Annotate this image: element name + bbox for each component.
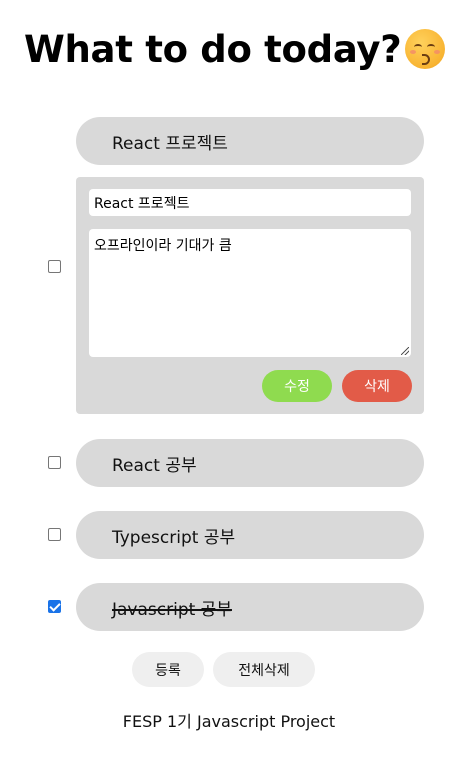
todo-edit-content-textarea[interactable]: 오프라인이라 기대가 큼 [89, 229, 411, 357]
kissing-face-icon [405, 29, 446, 69]
todo-item-title[interactable]: React 프로젝트 [76, 117, 424, 165]
todo-checkbox[interactable] [48, 456, 61, 469]
todo-checkbox[interactable] [48, 260, 61, 273]
todo-item-label: Javascript 공부 [112, 599, 232, 620]
todo-checkbox-checked[interactable] [48, 600, 61, 613]
todo-item[interactable]: Typescript 공부 [76, 511, 424, 559]
todo-edit-panel: React 프로젝트 오프라인이라 기대가 큼 수정 삭제 [76, 177, 424, 414]
todo-item-label: Typescript 공부 [112, 527, 236, 548]
todo-item-label: React 프로젝트 [112, 133, 228, 154]
todo-item-label: React 공부 [112, 455, 197, 476]
todo-edit-title-input[interactable]: React 프로젝트 [89, 189, 411, 216]
todo-item[interactable]: React 공부 [76, 439, 424, 487]
resize-handle-icon[interactable] [401, 347, 409, 355]
delete-button[interactable]: 삭제 [342, 370, 412, 402]
register-button[interactable]: 등록 [132, 652, 204, 687]
page-title: What to do today? [24, 24, 446, 74]
page-title-text: What to do today? [24, 27, 402, 71]
edit-button[interactable]: 수정 [262, 370, 332, 402]
todo-edit-content-text: 오프라인이라 기대가 큼 [94, 238, 232, 254]
todo-checkbox[interactable] [48, 528, 61, 541]
footer-text: FESP 1기 Javascript Project [122, 712, 336, 731]
todo-item-done[interactable]: Javascript 공부 [76, 583, 424, 631]
delete-all-button[interactable]: 전체삭제 [213, 652, 315, 687]
